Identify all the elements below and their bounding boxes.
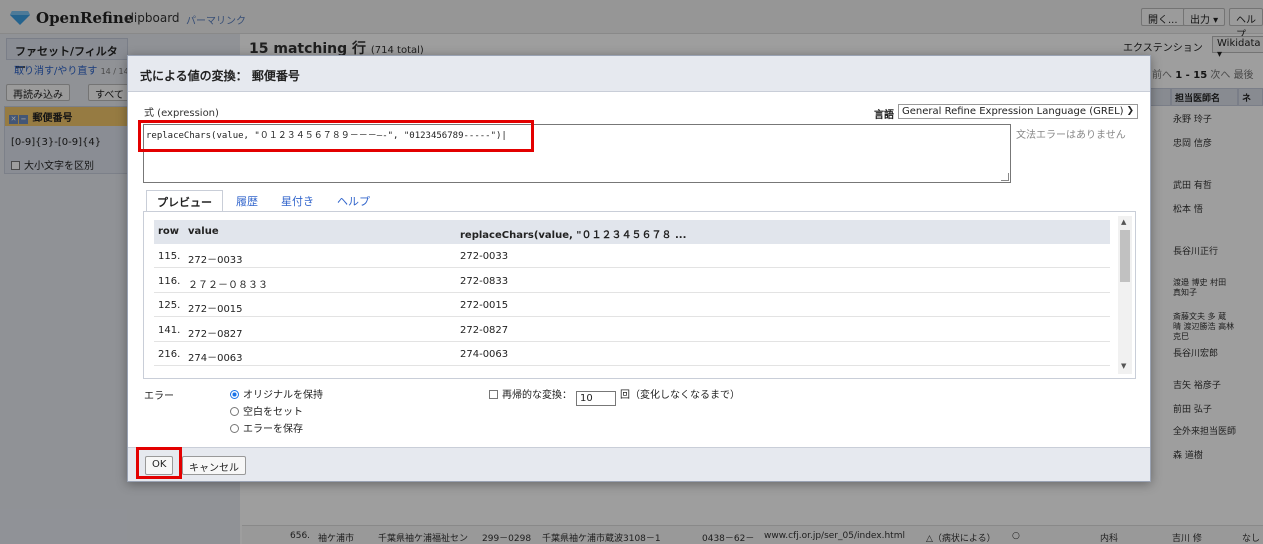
row-number: 116. [158,276,181,287]
resize-grip-icon[interactable] [1001,173,1009,181]
preview-panel: row value replaceChars(value, "０１２３４５６７８… [143,211,1136,379]
radio-icon [230,407,239,416]
scroll-thumb[interactable] [1120,230,1130,282]
radio-keep-original[interactable]: オリジナルを保持 [230,386,323,401]
recursive-transform: 再帰的な変換： 10 回（変化しなくなるまで） [489,386,740,406]
syntax-status: 文法エラーはありません [1016,130,1126,141]
radio-set-blank[interactable]: 空白をセット [230,403,303,418]
row-number: 216. [158,349,181,360]
row-value: ２７２－０８３３ [188,280,268,291]
header-value: value [188,226,219,237]
header-row: row [158,226,180,237]
dialog-footer: OK キャンセル [128,447,1150,481]
preview-row: 115. 272－0033 272-0033 [154,244,1110,268]
radio-label: オリジナルを保持 [243,390,323,401]
preview-scrollbar[interactable]: ▲ ▼ [1118,216,1132,374]
row-value: 272－0015 [188,304,243,315]
recursive-checkbox[interactable] [489,390,498,399]
cancel-button[interactable]: キャンセル [182,456,246,475]
row-result: 272-0827 [460,325,509,336]
row-number: 125. [158,300,181,311]
dialog-title: 式による値の変換： 郵便番号 [128,56,1150,92]
row-result: 274-0063 [460,349,509,360]
preview-row: 125. 272－0015 272-0015 [154,293,1110,317]
recursive-times-input[interactable]: 10 [576,391,616,406]
highlight-box-ok [136,447,182,479]
tab-help[interactable]: ヘルプ [327,190,380,212]
language-select[interactable]: General Refine Expression Language (GREL… [898,104,1138,119]
preview-row: 141. 272－0827 272-0827 [154,318,1110,342]
radio-label: 空白をセット [243,407,303,418]
language-value: General Refine Expression Language (GREL… [902,106,1124,117]
language-label: 言語 [874,110,894,121]
header-result: replaceChars(value, "０１２３４５６７８ ... [460,230,687,241]
row-value: 272－0033 [188,255,243,266]
row-number: 141. [158,325,181,336]
expression-label: 式 (expression) [144,108,219,119]
row-number: 115. [158,251,181,262]
recursive-label: 再帰的な変換： [502,390,572,401]
preview-header: row value replaceChars(value, "０１２３４５６７８… [154,220,1110,244]
highlight-box-expression [138,120,534,152]
preview-row: 216. 274－0063 274-0063 [154,342,1110,366]
radio-store-error[interactable]: エラーを保存 [230,420,303,435]
row-result: 272-0015 [460,300,509,311]
tab-starred[interactable]: 星付き [271,190,324,212]
recursive-suffix: 回（変化しなくなるまで） [620,390,740,401]
radio-label: エラーを保存 [243,424,303,435]
preview-row: 116. ２７２－０８３３ 272-0833 [154,269,1110,293]
tab-history[interactable]: 履歴 [226,190,268,212]
scroll-down-icon[interactable]: ▼ [1121,362,1126,370]
chevron-down-icon: ❯ [1126,106,1134,116]
expression-dialog: 式による値の変換： 郵便番号 式 (expression) 言語 General… [127,55,1151,482]
tab-preview[interactable]: プレビュー [146,190,223,212]
row-value: 272－0827 [188,329,243,340]
radio-icon [230,424,239,433]
scroll-up-icon[interactable]: ▲ [1121,218,1126,226]
error-label: エラー [144,391,174,402]
row-value: 274－0063 [188,353,243,364]
radio-icon [230,390,239,399]
row-result: 272-0833 [460,276,509,287]
row-result: 272-0033 [460,251,509,262]
